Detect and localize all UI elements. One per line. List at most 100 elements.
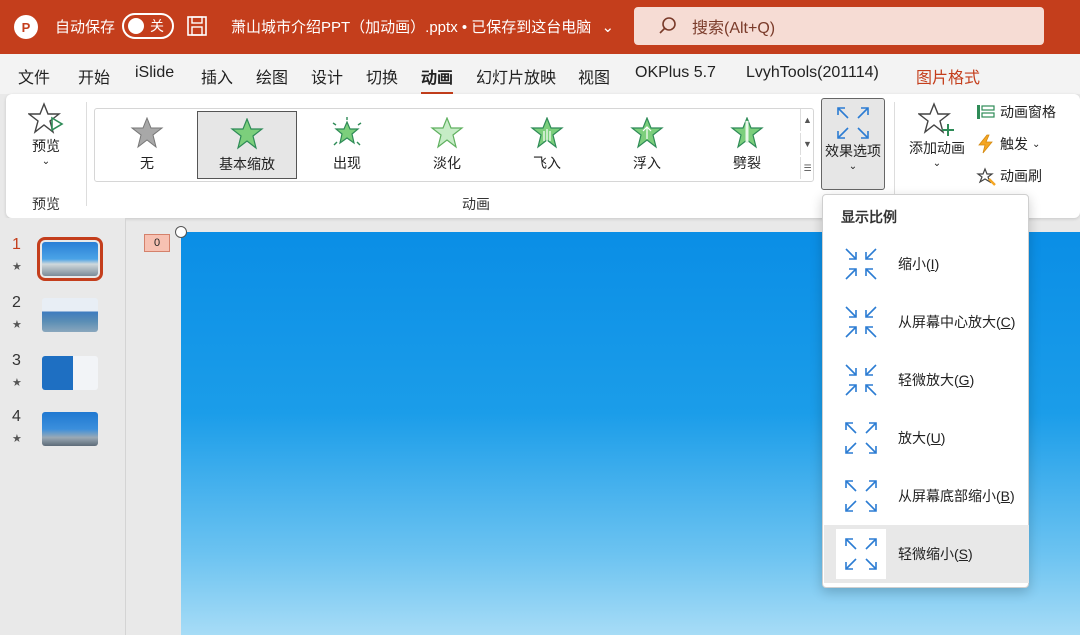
animation-label: 出现 [333,155,361,171]
animation-pane-button[interactable]: 动画窗格 [976,102,1056,122]
slide-thumbnail-pane: 1 ★ 2 ★ 3 ★ 4 ★ [0,218,126,635]
icon-box [836,355,886,405]
option-label: 缩小(I) [898,256,940,272]
tab-slideshow[interactable]: 幻灯片放映 [476,64,556,88]
powerpoint-logo-icon: P [14,15,38,39]
animation-fly-in[interactable]: 飞入 [497,111,597,179]
animation-label: 浮入 [633,155,661,171]
animation-pane-icon [977,105,995,119]
save-icon[interactable] [186,15,208,37]
animation-label: 淡化 [433,155,461,171]
animation-star-icon: ★ [12,377,22,389]
add-animation-label: 添加动画 [909,140,965,156]
document-title-text: 萧山城市介绍PPT（加动画）.pptx • 已保存到这台电脑 [231,19,592,36]
slide-thumbnail-3[interactable] [42,356,98,390]
option-slight-zoom-in[interactable]: 轻微放大(G) [824,351,1029,409]
animation-star-icon: ★ [12,433,22,445]
animation-order-tag[interactable]: 0 [144,234,170,252]
ribbon-separator [894,102,895,206]
animation-label: 无 [140,155,154,171]
option-slight-zoom-out[interactable]: 轻微缩小(S) [824,525,1029,583]
tab-view[interactable]: 视图 [578,64,610,88]
gallery-scroll-down[interactable]: ▼ [800,133,814,155]
gallery-scroll-up[interactable]: ▲ [800,109,814,131]
rotation-handle[interactable] [175,226,187,238]
tab-picture-format[interactable]: 图片格式 [916,64,980,88]
chevron-down-icon: ⌄ [601,19,615,36]
toggle-knob [128,18,144,34]
star-fly-icon [530,117,564,149]
expand-arrows-icon [845,538,877,570]
title-bar: P 自动保存 关 萧山城市介绍PPT（加动画）.pptx • 已保存到这台电脑 … [0,0,1080,54]
tab-design[interactable]: 设计 [311,64,343,88]
option-zoom-from-bottom[interactable]: 从屏幕底部缩小(B) [824,467,1029,525]
star-green-icon [230,118,264,150]
animation-label: 劈裂 [733,155,761,171]
animation-none[interactable]: 无 [97,111,197,179]
preview-button-label: 预览 [32,138,60,154]
chevron-down-icon: ⌄ [848,161,858,172]
star-burst-icon [332,117,362,146]
option-label: 从屏幕底部缩小(B) [898,488,1015,504]
icon-box [836,413,886,463]
option-label: 从屏幕中心放大(C) [898,314,1016,330]
trigger-button[interactable]: 触发 ⌄ [976,134,1040,154]
tab-transitions[interactable]: 切换 [366,64,398,88]
preview-group-label: 预览 [32,196,60,212]
trigger-label: 触发 [1000,136,1028,152]
tab-file[interactable]: 文件 [18,64,50,88]
tab-draw[interactable]: 绘图 [256,64,288,88]
icon-box [836,297,886,347]
animation-group-label: 动画 [462,196,490,212]
tab-home[interactable]: 开始 [78,64,110,88]
animation-basic-zoom[interactable]: 基本缩放 [197,111,297,179]
tab-islide[interactable]: iSlide [135,64,174,82]
option-zoom-from-center[interactable]: 从屏幕中心放大(C) [824,293,1029,351]
document-title[interactable]: 萧山城市介绍PPT（加动画）.pptx • 已保存到这台电脑 ⌄ [231,16,614,37]
option-zoom-out[interactable]: 缩小(I) [824,235,1029,293]
animation-appear[interactable]: 出现 [297,111,397,179]
icon-box [836,239,886,289]
chevron-down-icon: ⌄ [932,158,942,169]
menu-bar: 文件 开始 iSlide 插入 绘图 设计 切换 动画 幻灯片放映 视图 OKP… [0,54,1080,95]
tab-animations[interactable]: 动画 [421,64,454,95]
search-input[interactable]: 搜索(Alt+Q) [634,7,1044,45]
slide-thumbnail-4[interactable] [42,412,98,446]
preview-star-icon [28,102,64,134]
effect-options-dropdown: 显示比例 缩小(I) 从屏幕中心放大(C) 轻微放大(G) 放大(U) 从屏幕底… [822,194,1029,588]
icon-box [836,529,886,579]
animation-star-icon: ★ [12,319,22,331]
shrink-arrows-icon [845,248,877,280]
slide-thumbnail-1[interactable] [37,237,103,281]
star-gray-icon [130,117,164,149]
option-label: 放大(U) [898,430,946,446]
effect-options-button[interactable]: 效果选项 ⌄ [821,98,885,190]
option-label: 轻微放大(G) [898,372,975,388]
autosave-state: 关 [150,18,164,34]
option-zoom-in[interactable]: 放大(U) [824,409,1029,467]
animation-float-in[interactable]: 浮入 [597,111,697,179]
star-fade-icon [430,117,464,149]
star-float-icon [630,117,664,149]
gallery-more[interactable]: ☰ [800,157,814,179]
animation-painter-button[interactable]: 动画刷 [976,166,1042,186]
tab-okplus[interactable]: OKPlus 5.7 [635,64,716,82]
add-star-icon [918,102,954,136]
slide-thumbnail-2[interactable] [42,298,98,332]
autosave-label: 自动保存 [55,19,116,36]
animation-painter-label: 动画刷 [1000,168,1042,184]
expand-arrows-icon [837,107,869,139]
animation-label: 基本缩放 [219,156,275,172]
add-animation-button[interactable]: 添加动画 ⌄ [904,102,970,182]
slide-number: 4 [12,408,21,425]
effect-options-label: 效果选项 [825,143,881,159]
dropdown-header: 显示比例 [841,209,897,225]
animation-fade[interactable]: 淡化 [397,111,497,179]
autosave-toggle[interactable]: 关 [122,13,174,39]
slide-number: 2 [12,294,21,311]
tab-insert[interactable]: 插入 [201,64,233,88]
tab-lvyhtools[interactable]: LvyhTools(201114) [746,64,879,82]
animation-label: 飞入 [533,155,561,171]
animation-split[interactable]: 劈裂 [697,111,797,179]
preview-button[interactable]: 预览 ⌄ [22,102,70,182]
